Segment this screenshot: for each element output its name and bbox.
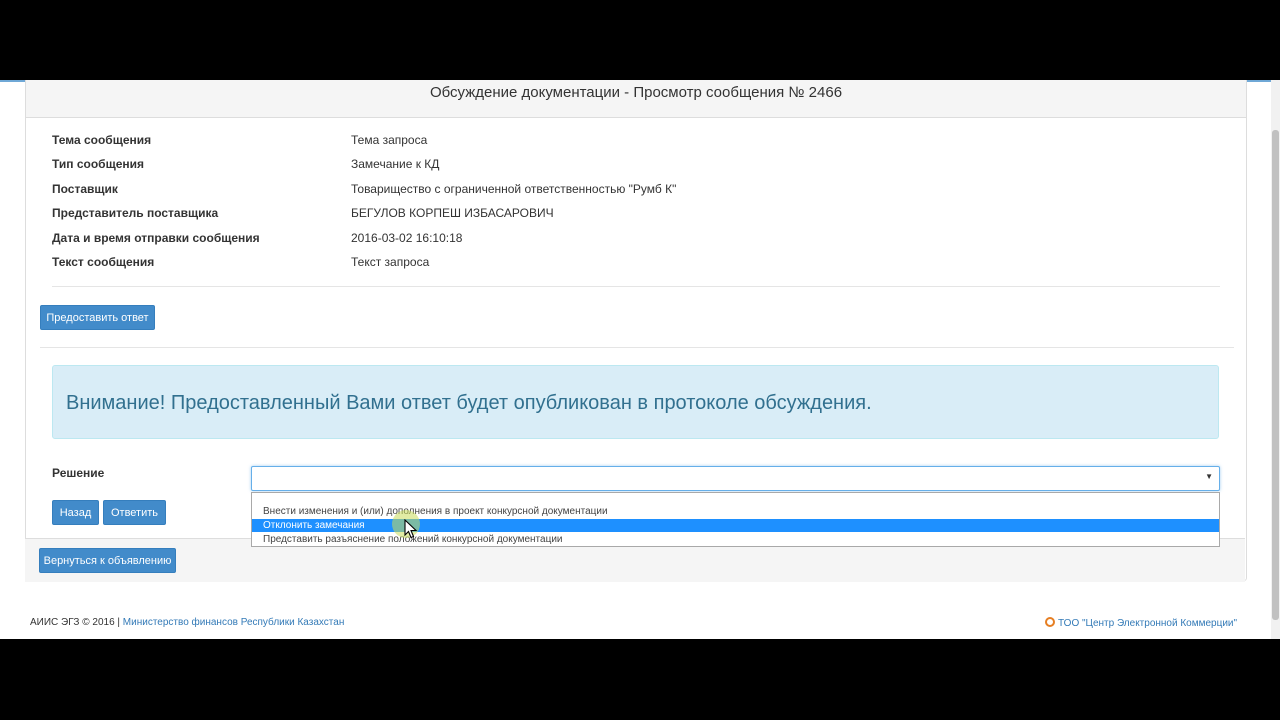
return-to-ad-button[interactable]: Вернуться к объявлению (39, 548, 176, 573)
mouse-pointer-icon (404, 519, 418, 539)
detail-label: Текст сообщения (52, 255, 155, 269)
detail-label: Дата и время отправки сообщения (52, 231, 260, 245)
page-scrollbar[interactable] (1271, 80, 1280, 639)
detail-value: Товарищество с ограниченной ответственно… (351, 182, 677, 196)
attention-alert: Внимание! Предоставленный Вами ответ буд… (52, 365, 1219, 439)
divider (52, 286, 1220, 287)
answer-button[interactable]: Ответить (103, 500, 166, 525)
site-footer-left: АИИС ЭГЗ © 2016 | Министерство финансов … (30, 617, 344, 628)
decision-select[interactable]: ▼ (251, 466, 1220, 491)
company-link[interactable]: ТОО "Центр Электронной Коммерции" (1058, 618, 1237, 629)
detail-label: Поставщик (52, 182, 118, 196)
detail-value: Тема запроса (351, 133, 428, 147)
decision-label: Решение (52, 466, 105, 480)
back-button[interactable]: Назад (52, 500, 99, 525)
chevron-down-icon: ▼ (1205, 472, 1213, 481)
page-title: Обсуждение документации - Просмотр сообщ… (26, 80, 1246, 118)
detail-value: 2016-03-02 16:10:18 (351, 231, 463, 245)
copyright-text: АИИС ЭГЗ © 2016 | (30, 617, 121, 628)
divider (40, 347, 1234, 348)
detail-label: Тема сообщения (52, 133, 152, 147)
detail-value: Текст запроса (351, 255, 430, 269)
scrollbar-thumb[interactable] (1272, 130, 1279, 620)
detail-value: Замечание к КД (351, 157, 440, 171)
ministry-link[interactable]: Министерство финансов Республики Казахст… (123, 617, 345, 628)
detail-label: Представитель поставщика (52, 206, 219, 220)
browser-viewport: Обсуждение документации - Просмотр сообщ… (0, 80, 1280, 639)
site-footer-right: ТОО "Центр Электронной Коммерции" (1045, 617, 1237, 629)
provide-answer-button[interactable]: Предоставить ответ (40, 305, 155, 330)
detail-label: Тип сообщения (52, 157, 145, 171)
detail-value: БЕГУЛОВ КОРПЕШ ИЗБАСАРОВИЧ (351, 206, 554, 220)
ecommerce-logo-icon (1045, 617, 1055, 627)
